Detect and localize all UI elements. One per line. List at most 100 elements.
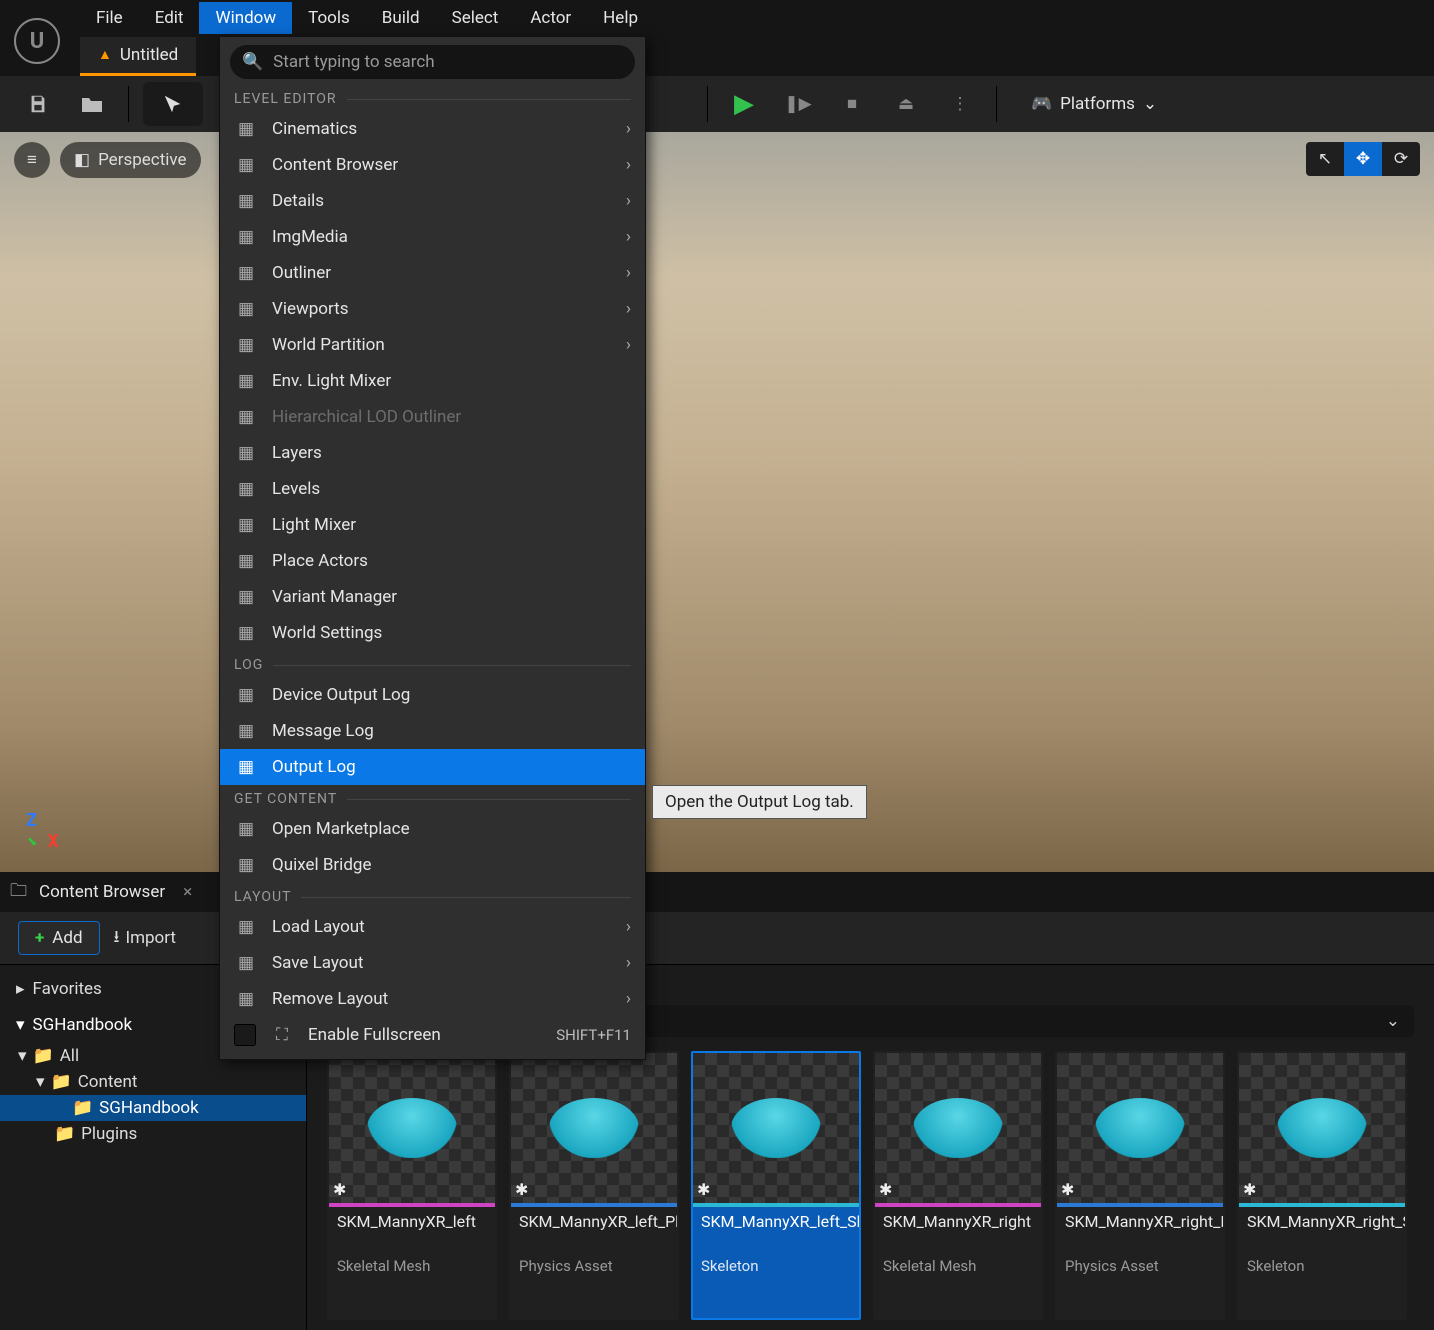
- sources-root-label: SGHandbook: [33, 1015, 133, 1035]
- add-button[interactable]: + Add: [18, 921, 100, 955]
- menu-item-viewports[interactable]: ▦Viewports›: [220, 291, 645, 327]
- asset-name: SKM_MannyXR_left_PhysicsAsset: [511, 1207, 677, 1255]
- tree-node-sghandbook[interactable]: 📁SGHandbook: [0, 1095, 306, 1121]
- viewport-options-button[interactable]: ≡: [14, 142, 50, 178]
- stop-button[interactable]: ■: [830, 82, 874, 126]
- import-icon: ⭳: [114, 924, 120, 953]
- save-button[interactable]: [16, 82, 60, 126]
- chevron-right-icon: ›: [626, 119, 631, 139]
- menu-edit[interactable]: Edit: [139, 2, 200, 34]
- menu-item-place-actors[interactable]: ▦Place Actors: [220, 543, 645, 579]
- content-browser-panel: 🗀 Content Browser × + Add ⭳ Import ▸ Fav…: [0, 872, 1434, 1330]
- menu-help[interactable]: Help: [587, 2, 654, 34]
- browse-button[interactable]: [70, 82, 114, 126]
- close-icon[interactable]: ×: [183, 882, 192, 902]
- menu-item-device-output-log[interactable]: ▦Device Output Log: [220, 677, 645, 713]
- main-toolbar: ▶ ❚▶ ■ ⏏ ⋮ 🎮 Platforms ⌄: [0, 76, 1434, 133]
- menu-item-icon: ▦: [234, 989, 258, 1009]
- asset-type: Skeleton: [693, 1255, 859, 1283]
- menu-item-message-log[interactable]: ▦Message Log: [220, 713, 645, 749]
- menu-item-cinematics[interactable]: ▦Cinematics›: [220, 111, 645, 147]
- menu-item-label: World Settings: [272, 623, 382, 643]
- menu-build[interactable]: Build: [366, 2, 436, 34]
- platforms-dropdown[interactable]: 🎮 Platforms ⌄: [1031, 94, 1157, 114]
- save-icon: [27, 93, 49, 115]
- menu-item-levels[interactable]: ▦Levels: [220, 471, 645, 507]
- asset-star-icon: ✱: [515, 1180, 528, 1199]
- menu-item-icon: ▦: [234, 443, 258, 463]
- play-options-button[interactable]: ⋮: [938, 82, 982, 126]
- menu-item-open-marketplace[interactable]: ▦Open Marketplace: [220, 811, 645, 847]
- asset-type: Skeletal Mesh: [329, 1255, 495, 1283]
- import-button[interactable]: ⭳ Import: [114, 924, 176, 953]
- menu-section-header: LOG: [220, 651, 645, 677]
- menu-item-label: World Partition: [272, 335, 385, 355]
- menu-item-icon: ▦: [234, 855, 258, 875]
- modes-button[interactable]: [143, 82, 203, 126]
- chevron-right-icon: ›: [626, 227, 631, 247]
- menu-item-env-light-mixer[interactable]: ▦Env. Light Mixer: [220, 363, 645, 399]
- folder-icon: 📁: [33, 1046, 54, 1066]
- menu-item-label: Env. Light Mixer: [272, 371, 391, 391]
- menu-item-variant-manager[interactable]: ▦Variant Manager: [220, 579, 645, 615]
- menu-tools[interactable]: Tools: [292, 2, 366, 34]
- menu-item-imgmedia[interactable]: ▦ImgMedia›: [220, 219, 645, 255]
- document-tab[interactable]: ▲ Untitled: [80, 37, 196, 76]
- menu-item-save-layout[interactable]: ▦Save Layout›: [220, 945, 645, 981]
- menu-item-label: Cinematics: [272, 119, 357, 139]
- menu-item-label: Quixel Bridge: [272, 855, 371, 875]
- cursor-cube-icon: [162, 93, 184, 115]
- menu-item-label: Viewports: [272, 299, 349, 319]
- menu-item-light-mixer[interactable]: ▦Light Mixer: [220, 507, 645, 543]
- asset-name: SKM_MannyXR_left_Skeleton: [693, 1207, 859, 1255]
- rotate-gizmo[interactable]: ⟳: [1382, 142, 1420, 176]
- menu-item-icon: ▦: [234, 155, 258, 175]
- tree-node-plugins[interactable]: 📁 Plugins: [0, 1121, 306, 1147]
- menubar: FileEditWindowToolsBuildSelectActorHelp: [0, 0, 1434, 36]
- favorites-label: Favorites: [33, 979, 102, 999]
- menu-item-output-log[interactable]: ▦Output Log: [220, 749, 645, 785]
- menu-item-label: Levels: [272, 479, 320, 499]
- asset-tile[interactable]: ✱SKM_MannyXR_right_PhysicsAssetPhysics A…: [1055, 1051, 1225, 1320]
- expand-icon: ▾: [36, 1072, 45, 1092]
- menu-file[interactable]: File: [80, 2, 139, 34]
- menu-item-hierarchical-lod-outliner: ▦Hierarchical LOD Outliner: [220, 399, 645, 435]
- menu-window[interactable]: Window: [199, 2, 292, 34]
- menu-item-details[interactable]: ▦Details›: [220, 183, 645, 219]
- asset-thumbnail: ✱: [693, 1053, 859, 1203]
- tree-node-content[interactable]: ▾📁Content: [0, 1069, 306, 1095]
- asset-tile[interactable]: ✱SKM_MannyXR_left_PhysicsAssetPhysics As…: [509, 1051, 679, 1320]
- menu-item-remove-layout[interactable]: ▦Remove Layout›: [220, 981, 645, 1017]
- asset-tile[interactable]: ✱SKM_MannyXR_left_SkeletonSkeleton: [691, 1051, 861, 1320]
- menu-item-outliner[interactable]: ▦Outliner›: [220, 255, 645, 291]
- menu-item-world-settings[interactable]: ▦World Settings: [220, 615, 645, 651]
- level-viewport[interactable]: ≡ ◧ Perspective ↖ ✥ ⟳ Z ⬊ X: [0, 132, 1434, 872]
- asset-thumbnail: ✱: [511, 1053, 677, 1203]
- eject-button[interactable]: ⏏: [884, 82, 928, 126]
- step-button[interactable]: ❚▶: [776, 82, 820, 126]
- viewport-perspective-button[interactable]: ◧ Perspective: [60, 142, 201, 178]
- asset-type: Skeletal Mesh: [875, 1255, 1041, 1283]
- chevron-right-icon: ›: [626, 953, 631, 973]
- menu-item-enable-fullscreen[interactable]: ⛶ Enable Fullscreen SHIFT+F11: [220, 1017, 645, 1053]
- menu-item-world-partition[interactable]: ▦World Partition›: [220, 327, 645, 363]
- asset-tile[interactable]: ✱SKM_MannyXR_leftSkeletal Mesh: [327, 1051, 497, 1320]
- menu-search-input[interactable]: 🔍 Start typing to search: [230, 45, 635, 79]
- menu-item-icon: ▦: [234, 587, 258, 607]
- menu-select[interactable]: Select: [436, 2, 515, 34]
- content-browser-tab[interactable]: Content Browser: [39, 882, 165, 902]
- menu-item-label: Enable Fullscreen: [308, 1025, 441, 1045]
- tree-label: Plugins: [81, 1124, 137, 1144]
- menu-item-layers[interactable]: ▦Layers: [220, 435, 645, 471]
- play-button[interactable]: ▶: [722, 82, 766, 126]
- menu-item-quixel-bridge[interactable]: ▦ Quixel Bridge: [220, 847, 645, 883]
- translate-gizmo[interactable]: ✥: [1344, 142, 1382, 176]
- menu-item-content-browser[interactable]: ▦Content Browser›: [220, 147, 645, 183]
- asset-tile[interactable]: ✱SKM_MannyXR_rightSkeletal Mesh: [873, 1051, 1043, 1320]
- folder-icon: 📁: [54, 1124, 75, 1144]
- select-gizmo[interactable]: ↖: [1306, 142, 1344, 176]
- menu-actor[interactable]: Actor: [514, 2, 587, 34]
- menu-item-load-layout[interactable]: ▦Load Layout›: [220, 909, 645, 945]
- asset-tile[interactable]: ✱SKM_MannyXR_right_SkeletonSkeleton: [1237, 1051, 1407, 1320]
- ue-logo[interactable]: U: [14, 18, 60, 64]
